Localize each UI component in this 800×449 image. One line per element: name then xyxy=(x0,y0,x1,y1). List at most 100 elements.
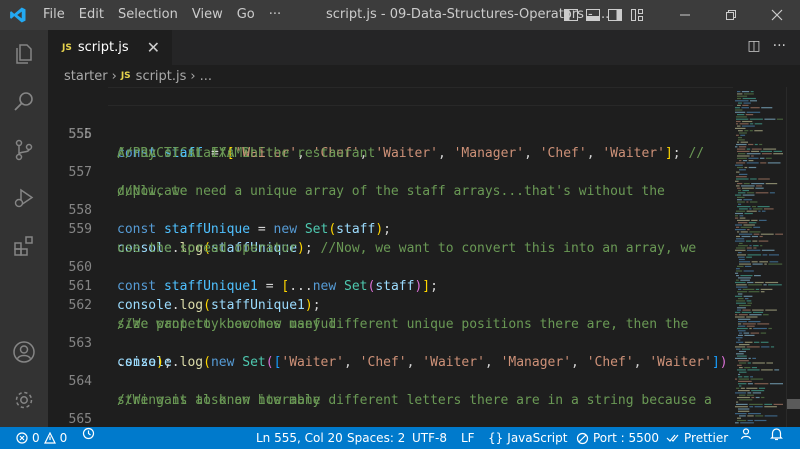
code-editor[interactable]: 555 //PRACTICAL EXAMPLE 556 const staff … xyxy=(48,87,733,427)
minimap-line xyxy=(740,387,745,389)
minimap-line xyxy=(750,376,753,378)
minimap-line xyxy=(744,166,748,169)
javascript-file-icon: JS xyxy=(120,71,131,81)
minimap-line xyxy=(751,261,758,263)
cursor-position[interactable]: Ln 555, Col 20 xyxy=(256,427,343,449)
minimap-line xyxy=(752,392,762,394)
minimap-line xyxy=(750,332,760,334)
minimap-line xyxy=(746,153,761,155)
explorer-icon[interactable] xyxy=(12,42,36,66)
minimap-line xyxy=(749,403,763,405)
close-window-button[interactable] xyxy=(754,0,800,30)
live-server-port[interactable]: Port : 5500 xyxy=(576,427,659,449)
code-line: .size); xyxy=(117,355,172,370)
minimap-line xyxy=(738,222,748,224)
minimap-line xyxy=(736,247,746,249)
minimap-line xyxy=(774,369,780,371)
minimap-line xyxy=(744,367,751,369)
minimize-button[interactable] xyxy=(662,0,708,30)
search-icon[interactable] xyxy=(12,90,36,114)
minimap-line xyxy=(738,245,748,247)
minimap-line xyxy=(752,357,756,359)
minimap-line xyxy=(743,199,753,201)
code-line: use the spread operator xyxy=(117,241,298,256)
minimap-line xyxy=(736,116,747,118)
minimap-line xyxy=(741,185,755,187)
close-tab-icon[interactable]: ✕ xyxy=(147,38,160,57)
toggle-sidebar-icon[interactable] xyxy=(563,7,579,23)
minimap-line xyxy=(747,415,754,417)
minimap-line xyxy=(738,378,749,380)
minimap-line xyxy=(737,327,748,330)
minimap-line xyxy=(759,261,768,263)
minimap-line xyxy=(735,164,743,166)
tab-script-js[interactable]: JS script.js ✕ xyxy=(48,30,172,65)
minimap[interactable] xyxy=(733,87,786,427)
minimap-line xyxy=(742,194,755,196)
breadcrumb-folder[interactable]: starter xyxy=(64,69,108,84)
menu-go[interactable]: Go xyxy=(230,0,262,30)
menu-edit[interactable]: Edit xyxy=(72,0,111,30)
minimap-line xyxy=(754,419,767,422)
history-icon[interactable] xyxy=(82,427,95,440)
accounts-feedback-icon[interactable] xyxy=(740,427,754,441)
scrollbar-thumb[interactable] xyxy=(787,399,800,409)
notifications-bell-icon[interactable] xyxy=(770,427,783,441)
breadcrumb-symbol[interactable]: ... xyxy=(200,69,212,84)
minimap-line xyxy=(739,123,749,125)
minimap-line xyxy=(747,369,760,371)
minimap-line xyxy=(737,114,745,116)
source-control-icon[interactable] xyxy=(12,138,36,162)
encoding[interactable]: UTF-8 xyxy=(412,427,447,449)
end-of-line[interactable]: LF xyxy=(461,427,475,449)
minimap-line xyxy=(735,111,746,113)
extensions-icon[interactable] xyxy=(12,234,36,258)
language-mode[interactable]: {} JavaScript xyxy=(488,427,567,449)
toggle-panel-icon[interactable] xyxy=(585,7,601,23)
minimap-line xyxy=(764,118,776,120)
minimap-line xyxy=(736,387,740,389)
restore-button[interactable] xyxy=(708,0,754,30)
minimap-line xyxy=(738,137,742,139)
toggle-secondary-sidebar-icon[interactable] xyxy=(607,7,623,23)
minimap-line xyxy=(741,107,749,109)
minimap-line xyxy=(754,123,763,125)
menu-file[interactable]: File xyxy=(36,0,72,30)
code-line: 560 const staffUnique1 = [...new Set(sta… xyxy=(48,239,733,294)
minimap-line xyxy=(749,406,754,408)
more-actions-icon[interactable]: ··· xyxy=(773,38,786,54)
minimap-line xyxy=(736,270,743,272)
menu-selection[interactable]: Selection xyxy=(111,0,185,30)
minimap-line xyxy=(746,325,755,327)
minimap-line xyxy=(736,302,746,304)
vertical-scrollbar[interactable] xyxy=(786,87,800,427)
indentation[interactable]: Spaces: 2 xyxy=(347,427,405,449)
minimap-line xyxy=(738,408,750,410)
split-editor-icon[interactable]: ◫ xyxy=(747,38,760,54)
problems-indicator[interactable]: 0 0 xyxy=(16,427,67,449)
minimap-line xyxy=(754,406,763,408)
customize-layout-icon[interactable] xyxy=(629,7,645,23)
minimap-line xyxy=(738,318,751,320)
prettier-status[interactable]: Prettier xyxy=(666,427,728,449)
menu-view[interactable]: View xyxy=(185,0,230,30)
port-label: Port : 5500 xyxy=(593,431,659,445)
run-debug-icon[interactable] xyxy=(12,186,36,210)
minimap-line xyxy=(753,208,763,210)
minimap-line xyxy=(736,123,739,125)
minimap-line xyxy=(738,323,742,325)
minimap-line xyxy=(736,284,747,286)
account-icon[interactable] xyxy=(12,340,36,364)
settings-gear-icon[interactable] xyxy=(12,388,36,412)
minimap-line xyxy=(736,210,746,212)
minimap-line xyxy=(738,334,743,336)
menu-more[interactable]: ··· xyxy=(262,0,288,30)
minimap-line xyxy=(738,288,742,290)
minimap-line xyxy=(746,210,757,212)
braces-icon: {} xyxy=(488,431,504,445)
minimap-line xyxy=(738,390,750,392)
minimap-line xyxy=(746,192,755,194)
minimap-line xyxy=(735,229,746,231)
breadcrumb-file[interactable]: script.js xyxy=(136,69,187,84)
minimap-line xyxy=(753,327,767,330)
